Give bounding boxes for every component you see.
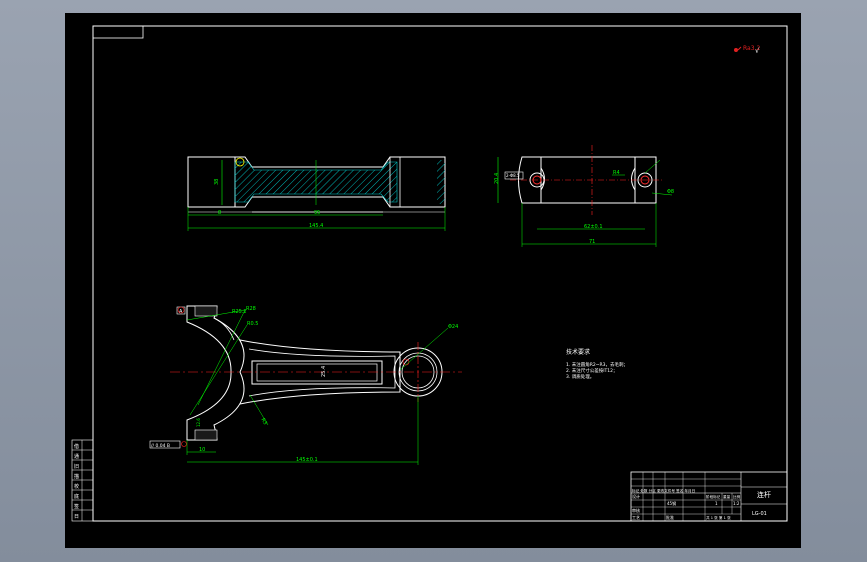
tb-part-name: 连杆 (757, 490, 771, 499)
roughness-check: √ (755, 47, 760, 55)
cad-drawing-viewport[interactable]: Ra3.2 √ 38 8 95 145.4 2-Φ8.5 20.4 R4 Φ8 … (0, 0, 867, 562)
plan-rib-dim: 12.6 (196, 418, 201, 427)
notes-title: 技术要求 (566, 348, 590, 356)
plan-leader-r2: R25.2 (232, 309, 247, 315)
plan-small-bore: Φ24 (448, 324, 458, 330)
side-bore-callout: Φ8 (667, 189, 674, 195)
tb-design: 设计 (632, 493, 640, 499)
stamp-row-1: 借 (74, 443, 79, 450)
tb-approve: 批准 (666, 514, 674, 520)
side-dim-center: 62±0.1 (584, 224, 603, 230)
tb-weight: 重量 (723, 494, 731, 499)
stamp-row-2: 通 (74, 453, 79, 460)
notes-item-2: 2. 未注尺寸公差按IT12； (566, 367, 618, 374)
datum-a-label: A (179, 309, 183, 315)
tb-check: 审核 (632, 507, 640, 513)
stamp-row-6: 底 (74, 493, 79, 500)
stamp-row-5: 校 (74, 483, 79, 490)
plan-web-dim: 25.4 (321, 366, 327, 377)
tb-sheet: 共 1 张 第 1 张 (706, 515, 731, 520)
side-bore-label: 2-Φ8.5 (506, 173, 520, 178)
plan-dim-offset: 10 (199, 447, 205, 453)
stamp-row-4: 描 (74, 473, 79, 480)
plan-leader-r3: R0.5 (247, 321, 258, 327)
tb-revision-row: 标记 处数 分区 更改文件号 签名 年月日 (632, 488, 695, 493)
front-dim-height: 38 (214, 179, 220, 185)
notes-item-1: 1. 未注圆角R2~R3，去毛刺； (566, 361, 628, 368)
tb-scale: 1:2 (733, 501, 740, 506)
front-dim-total: 145.4 (309, 223, 323, 229)
front-dim-left: 8 (218, 210, 221, 216)
stamp-row-3: 旧 (74, 463, 79, 470)
stamp-row-8: 日 (74, 514, 79, 520)
tb-process: 工艺 (632, 515, 640, 520)
plan-leader-r1: R28 (246, 306, 256, 312)
drawing-sheet (65, 13, 801, 548)
tb-ratio: 比例 (733, 494, 741, 499)
tb-stage: 阶段标记 (706, 494, 721, 499)
front-dim-mid: 95 (314, 210, 320, 216)
side-dim-thk: 20.4 (494, 173, 500, 184)
side-chamfer: R4 (613, 170, 620, 176)
tb-material: 45钢 (667, 500, 676, 506)
side-dim-total: 71 (589, 239, 595, 245)
stamp-row-7: 签 (74, 503, 79, 510)
tb-drawing-no: LG-01 (752, 511, 767, 517)
plan-geo-tol: // 0.04 B (151, 443, 170, 449)
plan-dim-center: 145±0.1 (296, 457, 318, 463)
notes-item-3: 3. 调质处理。 (566, 373, 594, 380)
